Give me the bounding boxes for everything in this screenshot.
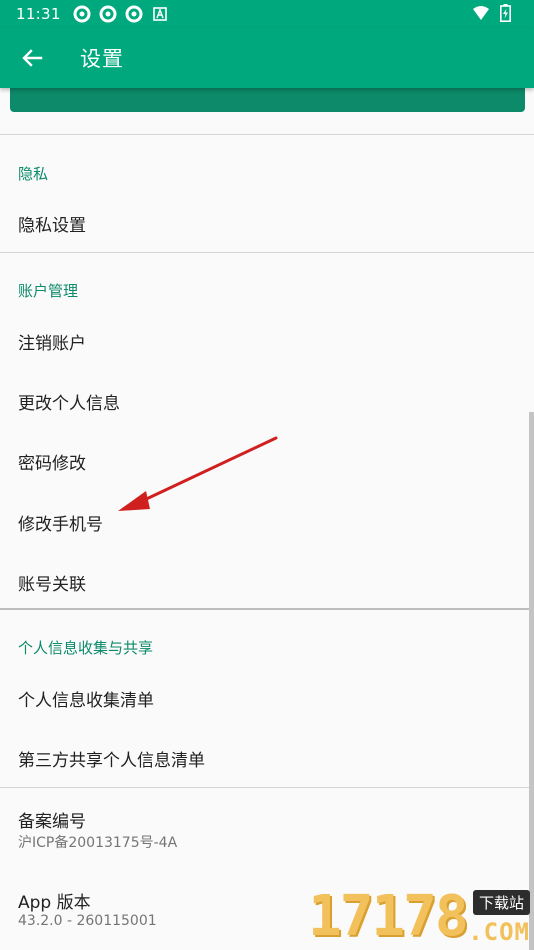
- settings-item-change-password[interactable]: 密码修改: [18, 449, 86, 474]
- wifi-icon: [472, 4, 490, 22]
- battery-charging-icon: [496, 4, 514, 22]
- top-action-button[interactable]: [10, 86, 525, 112]
- divider: [0, 252, 534, 253]
- settings-item-privacy-settings[interactable]: 隐私设置: [18, 211, 86, 236]
- section-header-privacy: 隐私: [18, 165, 49, 183]
- divider: [0, 787, 534, 788]
- divider: [0, 134, 534, 135]
- section-header-info-collection: 个人信息收集与共享: [18, 639, 154, 657]
- sync-icon: [73, 5, 91, 23]
- record-number-title[interactable]: 备案编号: [18, 807, 86, 832]
- arrow-left-icon[interactable]: [18, 44, 46, 72]
- sync-icon: [125, 5, 143, 23]
- settings-item-info-collection-list[interactable]: 个人信息收集清单: [18, 686, 154, 711]
- watermark-logo: 17178 下载站 .COM: [308, 882, 534, 950]
- page-title: 设置: [80, 47, 124, 71]
- divider: [0, 608, 534, 610]
- scrollbar[interactable]: [529, 412, 534, 950]
- watermark-digits: 17178: [308, 884, 469, 949]
- settings-item-account-link[interactable]: 账号关联: [18, 570, 86, 595]
- watermark-badge: 下载站: [472, 890, 530, 915]
- watermark-suffix: .COM: [468, 918, 530, 946]
- settings-item-edit-profile[interactable]: 更改个人信息: [18, 389, 120, 414]
- sync-icon: [99, 5, 117, 23]
- status-bar: 11:31: [0, 0, 534, 28]
- app-bar: 设置: [0, 28, 534, 88]
- app-version-title: App 版本: [18, 893, 91, 913]
- app-version-value: 43.2.0 - 260115001: [18, 913, 157, 929]
- status-time: 11:31: [16, 5, 61, 23]
- settings-item-change-phone[interactable]: 修改手机号: [18, 510, 103, 535]
- a-badge-icon: [151, 5, 169, 23]
- settings-screen: 11:31 设置 隐私 隐私设置 账户管理 注销账户 更改个人信息 密码修改 修…: [0, 0, 534, 950]
- section-header-account: 账户管理: [18, 282, 79, 300]
- record-number-value: 沪ICP备20013175号-4A: [18, 835, 178, 851]
- settings-item-third-party-list[interactable]: 第三方共享个人信息清单: [18, 746, 205, 771]
- settings-item-delete-account[interactable]: 注销账户: [18, 329, 86, 354]
